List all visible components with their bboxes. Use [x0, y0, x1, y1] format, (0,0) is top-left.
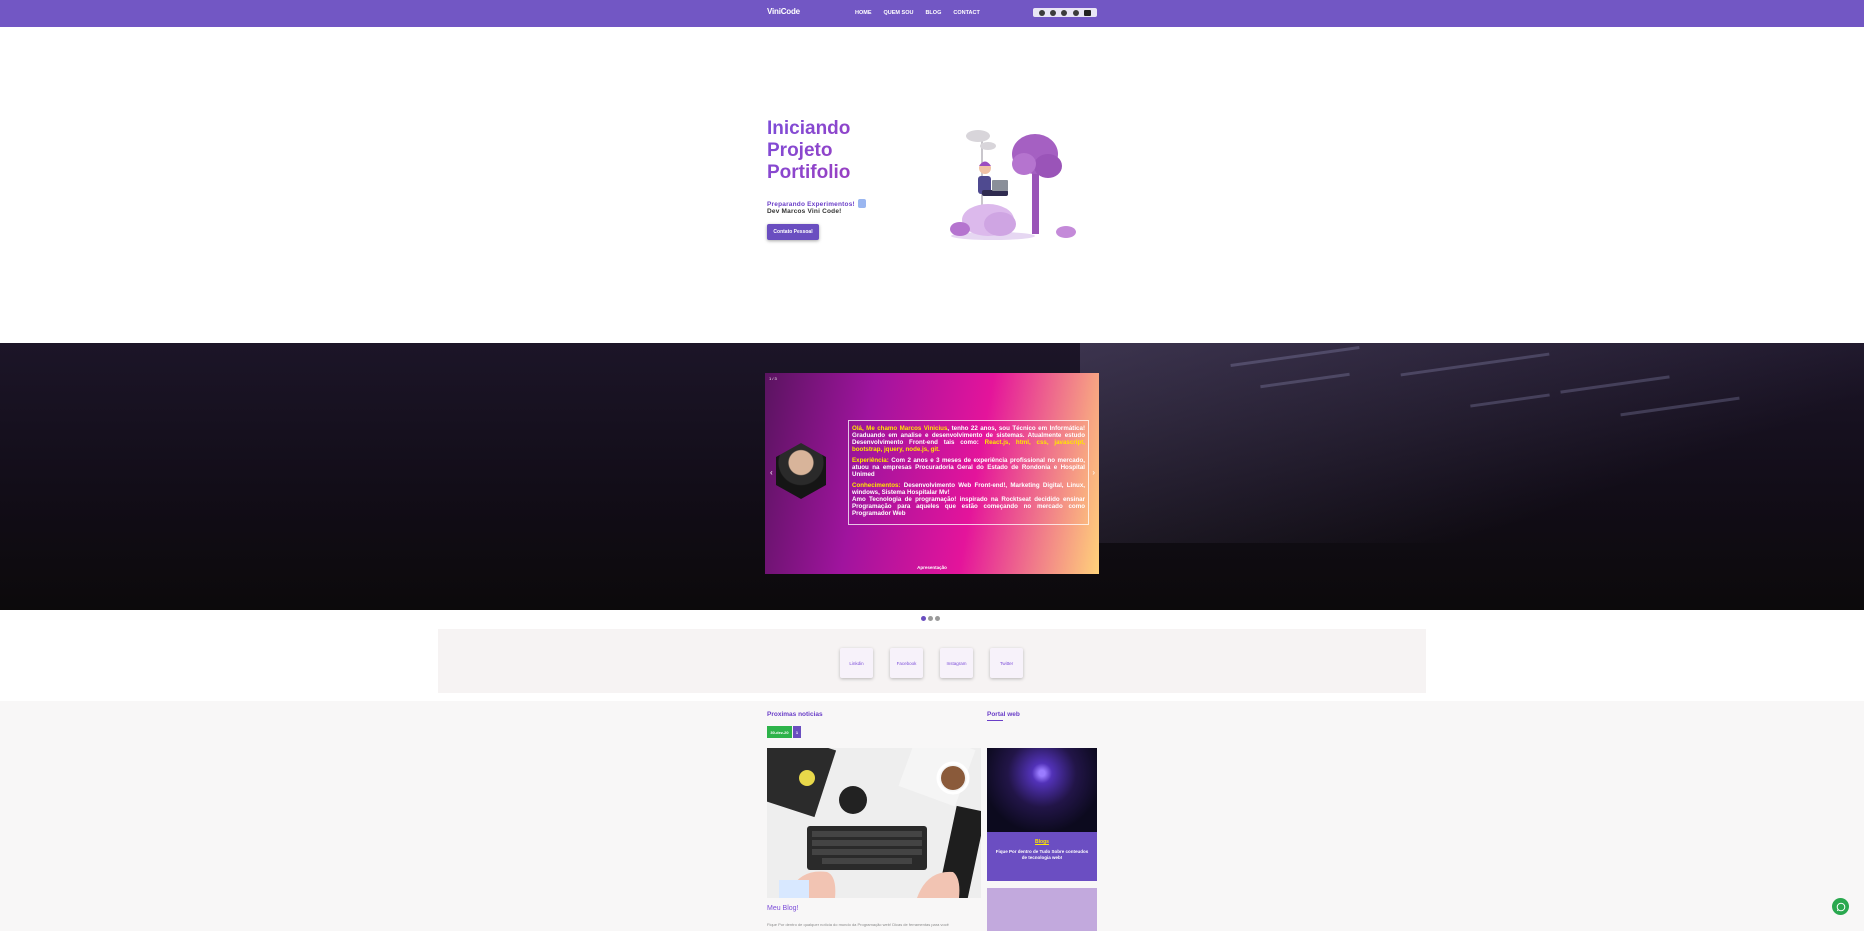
social-icons-bar — [1033, 8, 1097, 17]
carousel-dot-2[interactable] — [928, 616, 933, 621]
linkedin-icon[interactable] — [1072, 9, 1079, 16]
portal-card-2[interactable] — [987, 888, 1097, 931]
social-card-linkedin[interactable]: Linkdin — [840, 648, 873, 678]
hero-subtitle-2: Dev Marcos Vini Code! — [767, 208, 842, 215]
experience-label: Experiência: — [852, 457, 889, 464]
portal-description: Fique Por dentro de Tudo Sobre conteudos… — [995, 849, 1089, 860]
passion-text: Amo Tecnologia de programação! inspirado… — [852, 496, 1085, 517]
carousel-prev-arrow[interactable]: ‹ — [770, 468, 773, 477]
portal-label[interactable]: Blogs — [987, 839, 1097, 845]
contact-button[interactable]: Contato Pessoal — [767, 224, 819, 240]
profile-avatar — [776, 443, 826, 499]
portal-card[interactable]: Blogs Fique Por dentro de Tudo Sobre con… — [987, 748, 1097, 881]
social-card-instagram[interactable]: Instagram — [940, 648, 973, 678]
social-cards: Linkdin Facebook Instagram Twitter — [840, 648, 1023, 678]
hero-subtitle-text: Preparando Experimentos! — [767, 201, 855, 208]
carousel-dots — [921, 616, 940, 621]
slide-caption: Apresentação — [917, 565, 947, 570]
hero-title: Iniciando Projeto Portifolio — [767, 118, 907, 184]
carousel-dot-3[interactable] — [935, 616, 940, 621]
youtube-icon[interactable] — [1084, 9, 1092, 16]
banner-glow — [1080, 343, 1864, 543]
developer-illustration — [950, 130, 1076, 240]
bio-knowledge: Conhecimentos: Desenvolvimento Web Front… — [852, 482, 1085, 517]
brand-logo[interactable]: ViniCode — [767, 7, 800, 16]
nav-link-quem-sou[interactable]: QUEM SOU — [884, 10, 914, 16]
navbar: ViniCode HOME QUEM SOU BLOG CONTACT — [0, 0, 1864, 27]
slide-counter: 1 / 3 — [769, 376, 777, 381]
social-card-twitter[interactable]: Twitter — [990, 648, 1023, 678]
bio-text-box: Olá, Me chamo Marcos Vinicius, tenho 22 … — [848, 420, 1089, 525]
carousel-dot-1[interactable] — [921, 616, 926, 621]
bio-experience: Experiência: Com 2 anos e 3 meses de exp… — [852, 457, 1085, 478]
nav-links: HOME QUEM SOU BLOG CONTACT — [855, 10, 980, 16]
nav-link-blog[interactable]: BLOG — [925, 10, 941, 16]
nav-link-contact[interactable]: CONTACT — [953, 10, 979, 16]
bio-intro: Olá, Me chamo Marcos Vinicius, tenho 22 … — [852, 425, 1085, 453]
carousel-slide: 1 / 3 ‹ › Olá, Me chamo Marcos Vinicius,… — [765, 373, 1099, 574]
bio-name-highlight: Olá, Me chamo Marcos Vinicius — [852, 425, 948, 432]
hero-subtitle: Preparando Experimentos! — [767, 199, 866, 208]
knowledge-label: Conhecimentos: — [852, 482, 901, 489]
blog-heading: Proximas noticias — [767, 711, 823, 718]
portal-heading: Portal web — [987, 711, 1020, 718]
tiktok-icon[interactable] — [1038, 9, 1045, 16]
facebook-icon[interactable] — [1061, 9, 1068, 16]
number-badge: 1 — [793, 726, 801, 738]
whatsapp-icon — [1836, 902, 1845, 911]
whatsapp-button[interactable] — [1832, 898, 1849, 915]
heading-underline — [987, 720, 1003, 721]
blog-post-image[interactable] — [767, 748, 981, 898]
portal-image — [987, 748, 1097, 832]
blog-post-text: Fique Por dentro de qualquer notícia do … — [767, 922, 949, 927]
instagram-icon[interactable] — [1050, 9, 1057, 16]
social-card-facebook[interactable]: Facebook — [890, 648, 923, 678]
blog-post-title[interactable]: Meu Blog! — [767, 905, 799, 912]
date-badge: 30-dez-20 — [767, 726, 792, 738]
waving-hand-icon — [857, 199, 866, 208]
nav-link-home[interactable]: HOME — [855, 10, 872, 16]
carousel-next-arrow[interactable]: › — [1092, 468, 1095, 477]
